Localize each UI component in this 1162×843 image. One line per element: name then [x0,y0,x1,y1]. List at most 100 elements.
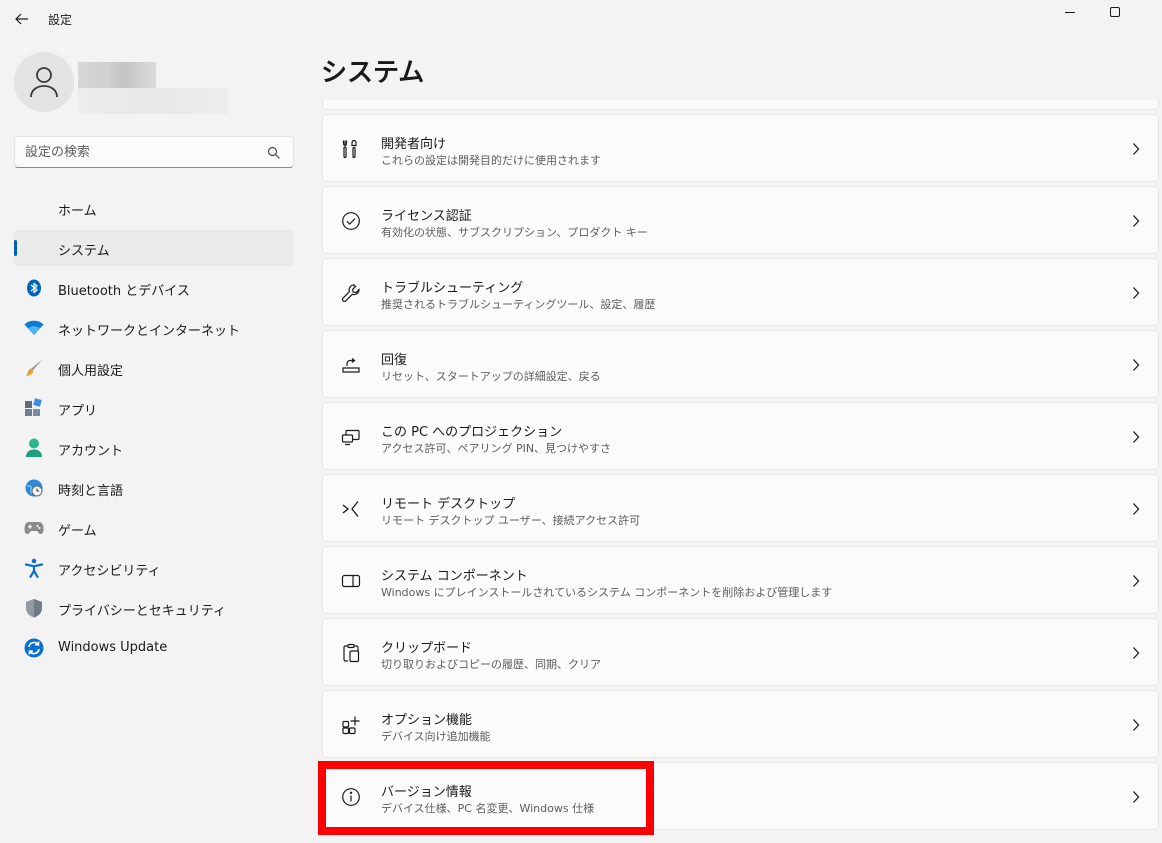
search-box[interactable] [14,136,294,168]
sidebar-item-label: アプリ [58,404,98,419]
system-icon [24,238,44,258]
card-clipboard[interactable]: クリップボード 切り取りおよびコピーの履歴、同期、クリア [322,618,1159,686]
remote-desktop-icon [341,499,361,519]
card-title: オプション機能 [381,713,473,728]
card-subtitle: リセット、スタートアップの詳細設定、戻る [381,370,601,383]
chevron-right-icon [1130,286,1142,300]
chevron-right-icon [1130,430,1142,444]
sidebar-item-label: アカウント [58,444,124,459]
card-title: クリップボード [381,641,473,656]
chevron-right-icon [1130,574,1142,588]
clock-globe-icon [24,478,44,498]
sidebar-item-apps[interactable]: アプリ [14,390,294,426]
sidebar-item-label: アクセシビリティ [58,564,161,579]
wrench-icon [341,283,361,303]
settings-list: 開発者向け これらの設定は開発目的だけに使用されます ライセンス認証 有効化の状… [322,100,1159,843]
sidebar-item-windows-update[interactable]: Windows Update [14,630,294,666]
sidebar-item-bluetooth[interactable]: Bluetooth とデバイス [14,270,294,306]
sidebar-item-label: ネットワークとインターネット [58,324,241,339]
highlight-box [318,761,654,835]
card-projection[interactable]: この PC へのプロジェクション アクセス許可、ペアリング PIN、見つけやすさ [322,402,1159,470]
card-title: リモート デスクトップ [381,497,516,512]
developer-tools-icon [341,139,361,159]
card-subtitle: デバイス向け追加機能 [381,730,491,743]
card-subtitle: 推奨されるトラブルシューティングツール、設定、履歴 [381,298,656,311]
clipboard-icon [341,643,361,663]
card-title: システム コンポーネント [381,569,528,584]
card-title: 回復 [381,353,408,368]
card-activation[interactable]: ライセンス認証 有効化の状態、サブスクリプション、プロダクト キー [322,186,1159,254]
projection-icon [341,427,361,447]
search-icon[interactable] [267,146,281,160]
card-system-components[interactable]: システム コンポーネント Windows にプレインストールされているシステム … [322,546,1159,614]
sidebar-item-label: システム [58,244,110,259]
sidebar-item-time-language[interactable]: 時刻と言語 [14,470,294,506]
card-troubleshoot[interactable]: トラブルシューティング 推奨されるトラブルシューティングツール、設定、履歴 [322,258,1159,326]
sidebar-nav: ホーム システム Bluetooth とデバイス ネットワークとインターネット … [14,190,294,670]
card-subtitle: リモート デスクトップ ユーザー、接続アクセス許可 [381,514,641,527]
sidebar-item-label: 個人用設定 [58,364,124,379]
title-bar: 設定 [0,0,1162,38]
chevron-right-icon [1130,646,1142,660]
bluetooth-icon [24,278,44,298]
sidebar-item-home[interactable]: ホーム [14,190,294,226]
back-arrow-icon [15,13,28,25]
card-recovery[interactable]: 回復 リセット、スタートアップの詳細設定、戻る [322,330,1159,398]
sidebar-item-label: プライバシーとセキュリティ [58,604,226,619]
sidebar-item-accessibility[interactable]: アクセシビリティ [14,550,294,586]
redacted-user-name [78,62,156,88]
chevron-right-icon [1130,214,1142,228]
card-subtitle: 有効化の状態、サブスクリプション、プロダクト キー [381,226,648,239]
sidebar-item-label: Bluetooth とデバイス [58,284,190,299]
avatar [14,52,74,112]
shield-icon [24,598,44,618]
settings-window: 設定 ホーム システム [0,0,1162,843]
sidebar-item-system[interactable]: システム [14,230,294,266]
person-icon [30,67,58,98]
redacted-user-email [78,88,228,114]
card-subtitle: アクセス許可、ペアリング PIN、見つけやすさ [381,442,612,455]
back-button[interactable] [12,9,32,29]
card-developer[interactable]: 開発者向け これらの設定は開発目的だけに使用されます [322,114,1159,182]
sidebar-item-label: ゲーム [58,524,97,539]
system-components-icon [341,571,361,591]
chevron-right-icon [1130,502,1142,516]
chevron-right-icon [1130,790,1142,804]
user-profile[interactable] [14,52,294,114]
card-remote-desktop[interactable]: リモート デスクトップ リモート デスクトップ ユーザー、接続アクセス許可 [322,474,1159,542]
minimize-button[interactable] [1047,0,1093,24]
maximize-button[interactable] [1092,0,1138,24]
search-input[interactable] [25,142,255,162]
sidebar-item-label: Windows Update [58,640,168,655]
sidebar-item-accounts[interactable]: アカウント [14,430,294,466]
update-icon [24,638,44,658]
maximize-icon [1110,7,1120,17]
optional-features-icon [341,715,361,735]
app-title: 設定 [48,13,73,27]
recovery-icon [341,355,361,375]
card-subtitle: Windows にプレインストールされているシステム コンポーネントを削除および… [381,586,833,599]
sidebar-item-network[interactable]: ネットワークとインターネット [14,310,294,346]
active-indicator [14,240,17,256]
sidebar-item-personalization[interactable]: 個人用設定 [14,350,294,386]
sidebar-item-gaming[interactable]: ゲーム [14,510,294,546]
card-optional-features[interactable]: オプション機能 デバイス向け追加機能 [322,690,1159,758]
check-circle-icon [341,211,361,231]
sidebar-item-label: 時刻と言語 [58,484,124,499]
card-title: トラブルシューティング [381,281,524,296]
brush-icon [24,358,44,378]
home-icon [24,198,44,218]
sidebar-item-label: ホーム [58,204,97,219]
chevron-right-icon [1130,358,1142,372]
sidebar-item-privacy[interactable]: プライバシーとセキュリティ [14,590,294,626]
account-icon [24,438,44,458]
apps-icon [24,398,44,418]
page-title: システム [321,58,425,88]
card-title: 開発者向け [381,137,447,152]
wifi-icon [24,318,44,338]
chevron-right-icon [1130,718,1142,732]
card-title: この PC へのプロジェクション [381,425,563,440]
accessibility-icon [24,558,44,578]
card-subtitle: これらの設定は開発目的だけに使用されます [381,154,601,167]
chevron-right-icon [1130,142,1142,156]
